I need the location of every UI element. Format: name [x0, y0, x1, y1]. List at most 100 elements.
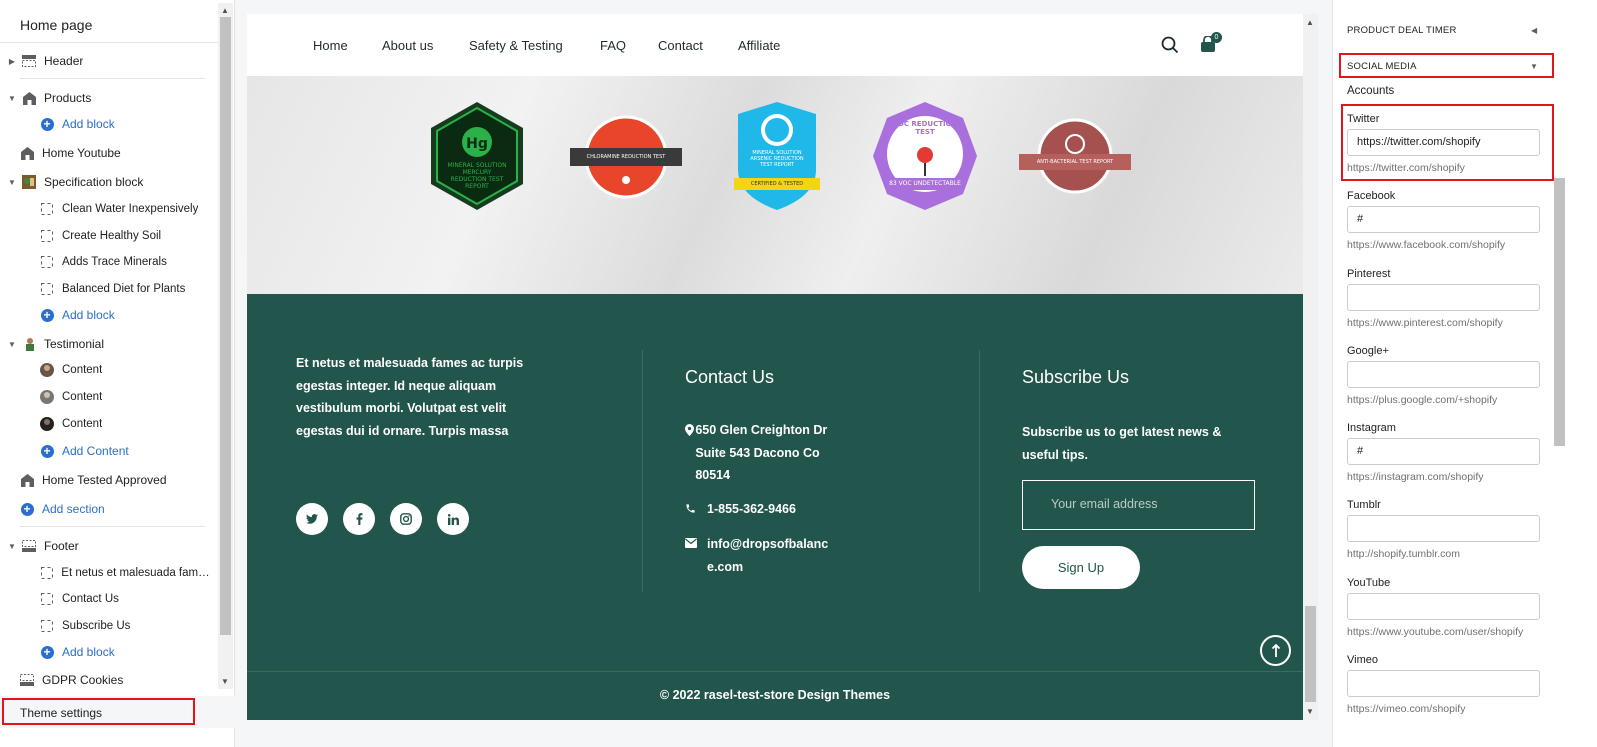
footer-address: 650 Glen Creighton Dr Suite 543 Dacono C…: [685, 419, 835, 487]
youtube-field[interactable]: [1347, 593, 1540, 620]
nav-link-safety-testing[interactable]: Safety & Testing: [469, 38, 563, 53]
badge-text: VOC REDUCTION TEST: [892, 120, 958, 134]
highlight-box: [1339, 53, 1554, 78]
storefront-preview: Home About us Safety & Testing FAQ Conta…: [247, 14, 1303, 720]
sidebar-block-item[interactable]: Content: [40, 357, 102, 383]
sidebar-scrollbar[interactable]: ▲ ▼: [218, 3, 233, 689]
envelope-icon: [685, 533, 707, 578]
sidebar-item-specification[interactable]: ▼ Specification block: [0, 169, 143, 195]
nav-link-affiliate[interactable]: Affiliate: [738, 38, 780, 53]
highlight-box: [2, 698, 195, 725]
facebook-field[interactable]: #: [1347, 206, 1540, 233]
sidebar-block-item[interactable]: Content: [40, 384, 102, 410]
subscribe-description: Subscribe us to get latest news & useful…: [1022, 425, 1222, 462]
site-navigation: Home About us Safety & Testing FAQ Conta…: [247, 14, 1303, 76]
sidebar-item-products[interactable]: ▼ Products: [0, 85, 91, 111]
block-dashed-icon: [40, 202, 54, 216]
sidebar-item-home-youtube[interactable]: Home Youtube: [20, 140, 121, 166]
add-block-button[interactable]: + Add block: [40, 302, 115, 328]
caret-down-icon[interactable]: ▼: [8, 340, 16, 349]
home-section-icon: [20, 473, 34, 487]
voc-test-badge: VOC REDUCTION TEST 83 VOC UNDETECTABLE: [873, 102, 977, 210]
divider: [0, 42, 218, 43]
certification-banner: Hg MINERAL SOLUTION MERCURY REDUCTION TE…: [247, 76, 1303, 294]
add-section-button[interactable]: + Add section: [20, 496, 105, 522]
scrollbar-thumb[interactable]: [1554, 178, 1565, 446]
plus-circle-icon: +: [20, 502, 34, 516]
phone-icon: [685, 498, 707, 521]
cart-icon[interactable]: 0: [1200, 32, 1222, 58]
sidebar-item-label: Header: [44, 54, 84, 68]
nav-link-about[interactable]: About us: [382, 38, 433, 53]
footer-phone[interactable]: 1-855-362-9466: [685, 498, 796, 521]
scroll-up-arrow-icon[interactable]: ▲: [221, 6, 229, 15]
badge-text: CERTIFIED & TESTED: [750, 181, 804, 187]
caret-down-icon[interactable]: ▼: [8, 542, 16, 551]
sidebar-block-item[interactable]: Et netus et malesuada fames ...: [40, 560, 215, 586]
chloramine-test-badge: CHLORAMINE REDUCTION TEST REPORT: [570, 115, 682, 199]
nav-link-home[interactable]: Home: [313, 38, 348, 53]
caret-down-icon[interactable]: ▼: [8, 94, 16, 103]
linkedin-icon[interactable]: [437, 503, 469, 535]
facebook-label: Facebook: [1347, 190, 1396, 202]
sidebar-block-item[interactable]: Subscribe Us: [40, 613, 130, 639]
contact-heading: Contact Us: [685, 367, 775, 387]
twitter-icon[interactable]: [296, 503, 328, 535]
add-block-button[interactable]: + Add block: [40, 639, 115, 665]
section-product-deal-timer[interactable]: PRODUCT DEAL TIMER: [1347, 25, 1457, 36]
footer-email[interactable]: info@dropsofbalance.com: [685, 533, 835, 578]
sign-up-button[interactable]: Sign Up: [1022, 546, 1140, 589]
add-block-button[interactable]: + Add block: [40, 111, 115, 137]
badge-text: MINERAL SOLUTION ARSENIC REDUCTION TEST …: [750, 150, 804, 168]
nav-link-faq[interactable]: FAQ: [600, 38, 626, 53]
sidebar-item-footer[interactable]: ▼ Footer: [0, 533, 79, 559]
sidebar-item-testimonial[interactable]: ▼ Testimonial: [0, 331, 104, 357]
caret-right-icon[interactable]: ▶: [8, 57, 16, 66]
arrow-up-icon: [1271, 643, 1280, 657]
sidebar-item-home-tested-approved[interactable]: Home Tested Approved: [20, 467, 167, 493]
caret-left-icon[interactable]: ◀: [1531, 26, 1537, 35]
sidebar-block-item[interactable]: Contact Us: [40, 586, 119, 612]
scroll-to-top-button[interactable]: [1260, 635, 1291, 666]
vimeo-field[interactable]: [1347, 670, 1540, 697]
instagram-label: Instagram: [1347, 422, 1396, 434]
nav-link-contact[interactable]: Contact: [658, 38, 703, 53]
sidebar-block-item[interactable]: Clean Water Inexpensively: [40, 196, 198, 222]
sidebar-block-item[interactable]: Content: [40, 411, 102, 437]
caret-down-icon[interactable]: ▼: [8, 178, 16, 187]
sidebar-item-gdpr-cookies[interactable]: GDPR Cookies: [20, 667, 123, 693]
youtube-help-text: https://www.youtube.com/user/shopify: [1347, 626, 1524, 638]
divider: [247, 671, 1303, 672]
pinterest-field[interactable]: [1347, 284, 1540, 311]
antibacterial-test-badge: ANTI-BACTERIAL TEST REPORT: [1019, 118, 1131, 194]
add-content-button[interactable]: + Add Content: [40, 438, 129, 464]
badge-text: 83 VOC UNDETECTABLE: [889, 180, 961, 187]
plus-circle-icon: +: [40, 308, 54, 322]
sidebar-block-item[interactable]: Create Healthy Soil: [40, 223, 161, 249]
sidebar-item-header[interactable]: ▶ Header: [0, 48, 83, 74]
scrollbar-thumb[interactable]: [1305, 606, 1316, 702]
divider: [642, 350, 643, 592]
avatar: [40, 417, 54, 431]
footer-section-icon: [20, 673, 34, 687]
settings-scrollbar[interactable]: [1550, 0, 1565, 747]
highlight-box: [1341, 104, 1554, 181]
sidebar-block-item[interactable]: Adds Trace Minerals: [40, 249, 167, 275]
scroll-down-arrow-icon[interactable]: ▼: [1306, 707, 1314, 716]
tumblr-field[interactable]: [1347, 515, 1540, 542]
scroll-down-arrow-icon[interactable]: ▼: [221, 677, 229, 686]
scroll-up-arrow-icon[interactable]: ▲: [1306, 18, 1314, 27]
email-input[interactable]: Your email address: [1022, 480, 1255, 530]
sidebar-item-label: GDPR Cookies: [42, 673, 124, 687]
divider: [20, 78, 205, 79]
search-icon[interactable]: [1161, 36, 1179, 59]
facebook-icon[interactable]: [343, 503, 375, 535]
cart-count-badge: 0: [1211, 32, 1222, 43]
scrollbar-thumb[interactable]: [220, 17, 231, 635]
google-plus-field[interactable]: [1347, 361, 1540, 388]
preview-scrollbar[interactable]: ▲ ▼: [1303, 14, 1318, 720]
sidebar-block-item[interactable]: Balanced Diet for Plants: [40, 276, 185, 302]
instagram-icon[interactable]: [390, 503, 422, 535]
instagram-field[interactable]: #: [1347, 438, 1540, 465]
sections-sidebar: Home page ▶ Header ▼ Products + Add bloc…: [0, 0, 235, 747]
